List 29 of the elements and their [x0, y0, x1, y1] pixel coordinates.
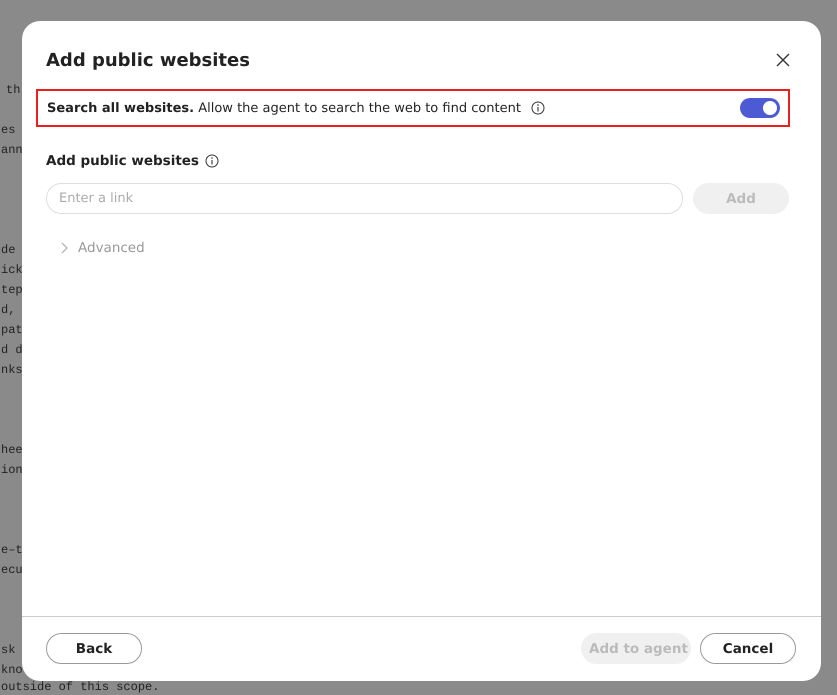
back-button[interactable]: Back: [46, 633, 142, 664]
toggle-switch[interactable]: [740, 98, 780, 118]
background-text-line: tep: [0, 282, 23, 299]
background-text-line: ann: [0, 142, 23, 159]
background-text-line: de: [0, 242, 16, 259]
background-text-line: hee: [0, 442, 23, 459]
link-input-field[interactable]: Enter a link: [46, 183, 683, 214]
background-text-line: d d: [0, 342, 23, 359]
background-text-line: e–t: [0, 542, 23, 559]
background-text-line: th: [5, 82, 20, 99]
background-text-line: es: [0, 122, 16, 139]
info-icon[interactable]: [530, 101, 545, 115]
close-icon[interactable]: [775, 52, 791, 68]
chevron-icon: [60, 242, 68, 254]
background-text-line: d,: [0, 302, 16, 319]
background-text-line: ick: [0, 262, 23, 279]
background-text-line: outside of this scope.: [0, 680, 160, 694]
background-text-line: pat: [0, 322, 23, 339]
cancel-button[interactable]: Cancel: [700, 633, 796, 664]
background-text-line: sk: [0, 642, 16, 659]
advanced-toggle[interactable]: Advanced: [60, 240, 145, 256]
info-icon[interactable]: [204, 154, 219, 168]
background-text-line: nks: [0, 362, 23, 379]
background-text-line: kno: [0, 662, 23, 679]
background-text-line: ion: [0, 462, 23, 479]
search-all-label: Search all websites. Allow the agent to search the web to find content: [47, 100, 521, 116]
background-text-line: ecu: [0, 562, 23, 579]
section-label: Add public websites: [46, 153, 199, 169]
dialog-title: Add public websites: [46, 50, 250, 70]
